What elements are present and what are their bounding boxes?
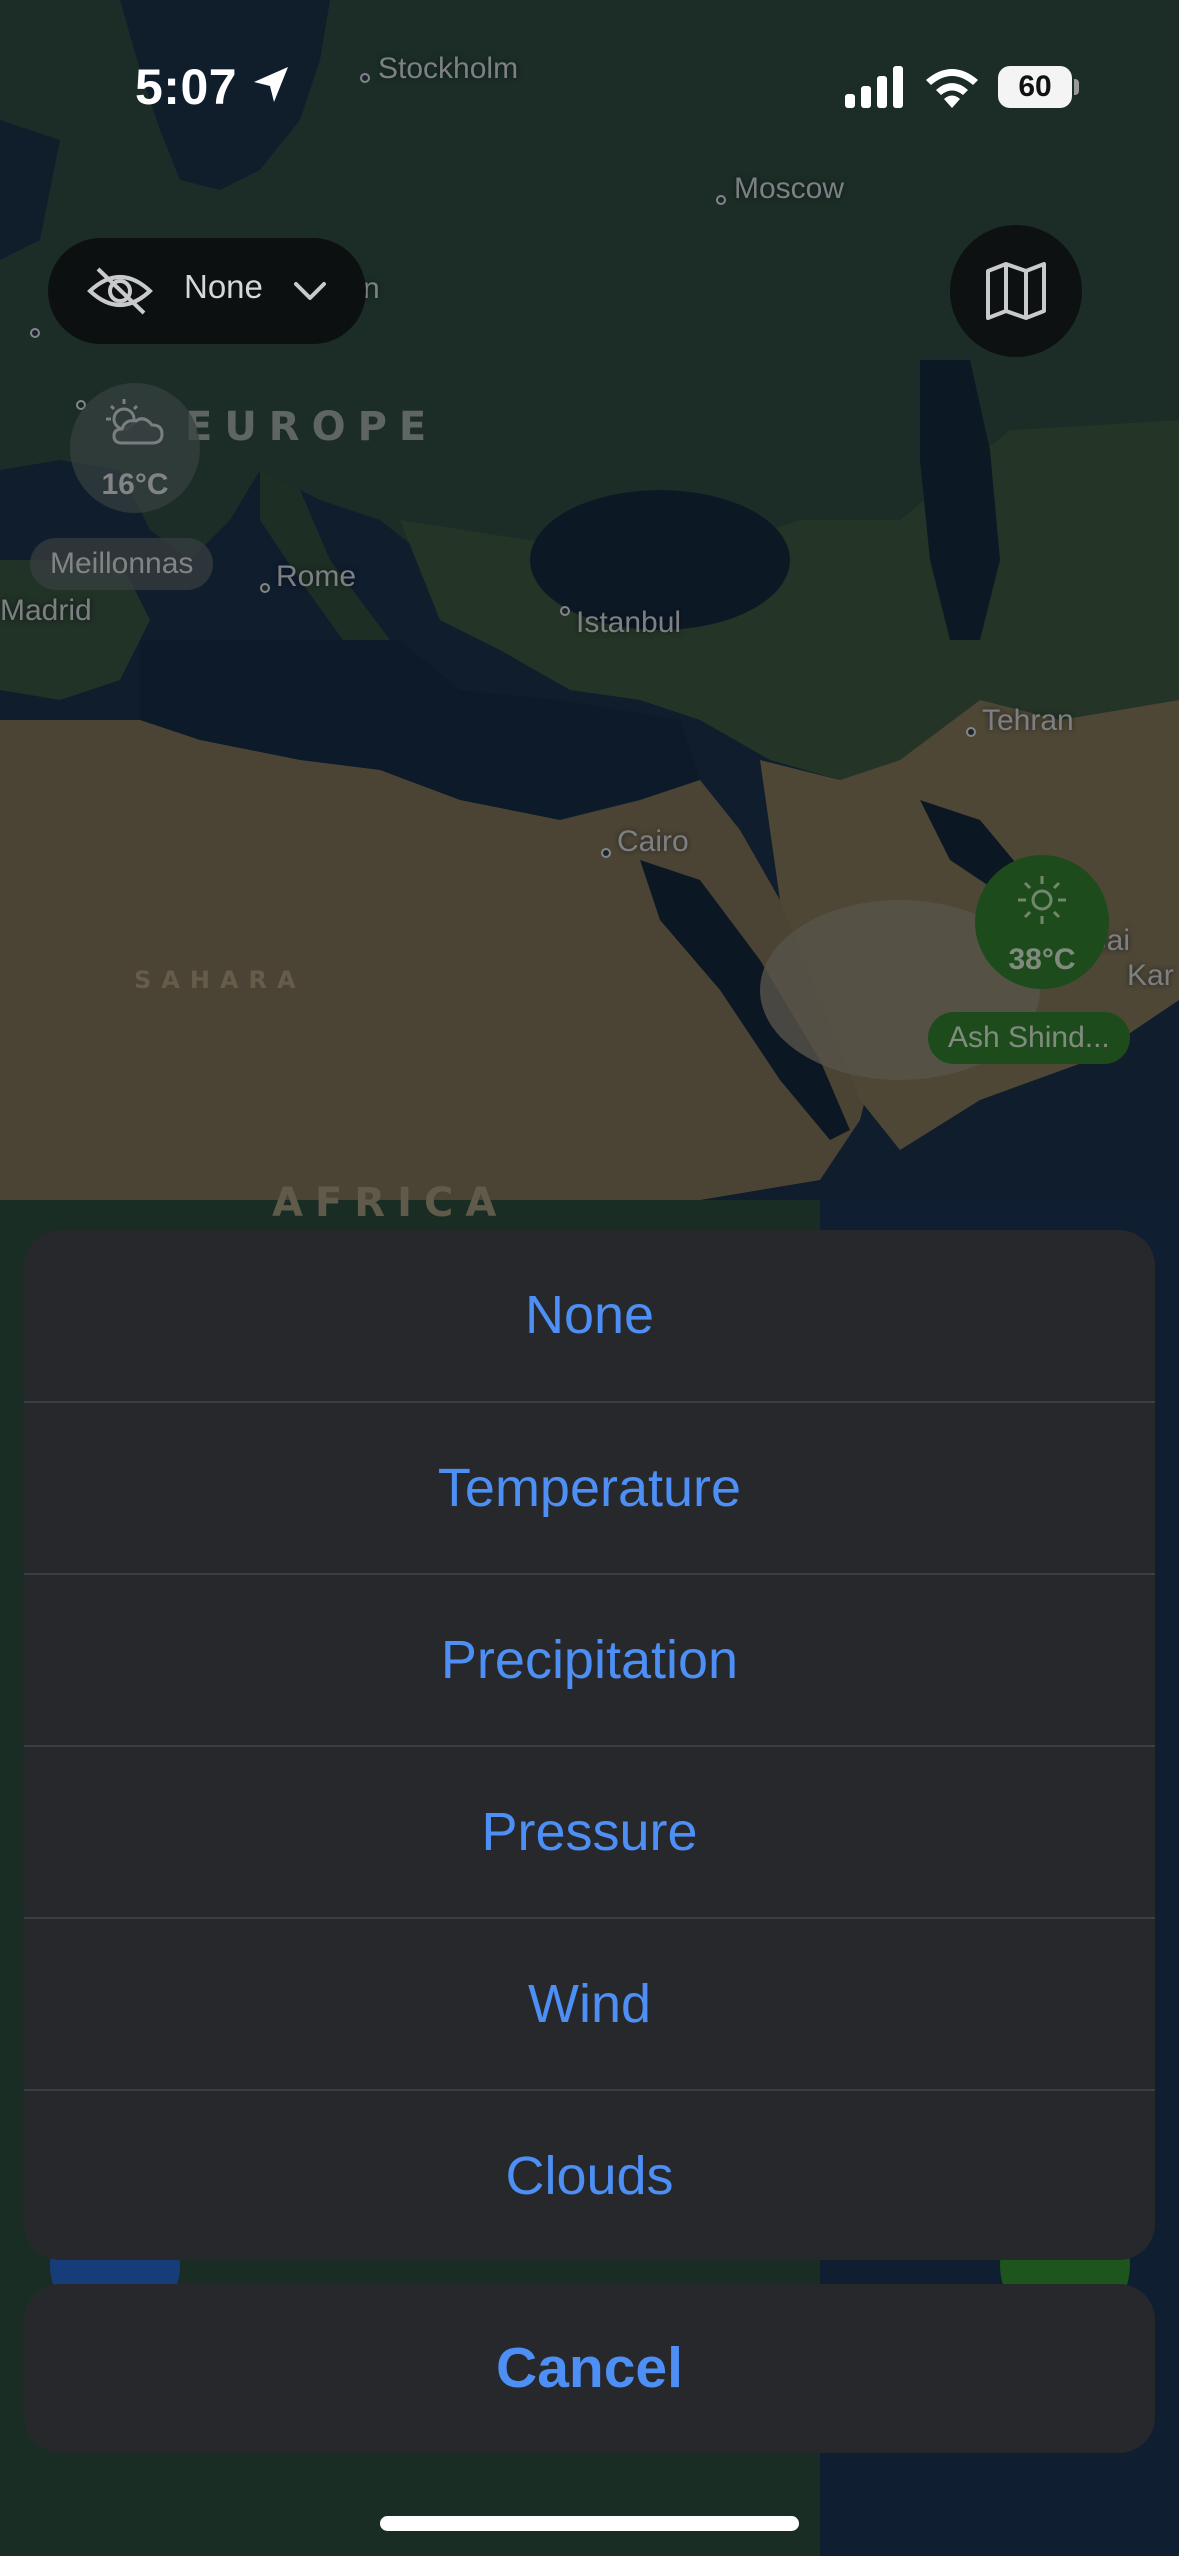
layer-selector-label: None [184,268,263,305]
cancel-button[interactable]: Cancel [24,2284,1155,2453]
layer-action-sheet: None Temperature Precipitation Pressure … [24,1230,1155,2260]
battery-level: 60 [1018,70,1052,103]
map-icon [986,262,1046,320]
wifi-icon [926,69,978,108]
status-bar: 5:07 60 [0,0,1179,170]
chevron-down-icon [294,282,326,300]
eye-slash-icon [87,267,153,315]
option-clouds[interactable]: Clouds [24,2091,1155,2260]
cellular-signal-icon [845,66,903,108]
option-none[interactable]: None [24,1230,1155,1401]
home-indicator[interactable] [380,2516,799,2531]
option-pressure[interactable]: Pressure [24,1747,1155,1918]
battery-icon: 60 [998,66,1079,108]
location-arrow-icon [254,67,288,102]
battery-cap [1074,79,1079,95]
option-precipitation[interactable]: Precipitation [24,1575,1155,1746]
map-style-button[interactable] [950,225,1082,357]
option-wind[interactable]: Wind [24,1919,1155,2090]
app-screen: Stockholm Moscow n Rome Istanbul Tehran … [0,0,1179,2556]
layer-selector-button[interactable]: None [48,238,366,344]
status-time: 5:07 [135,59,238,115]
option-temperature[interactable]: Temperature [24,1403,1155,1574]
